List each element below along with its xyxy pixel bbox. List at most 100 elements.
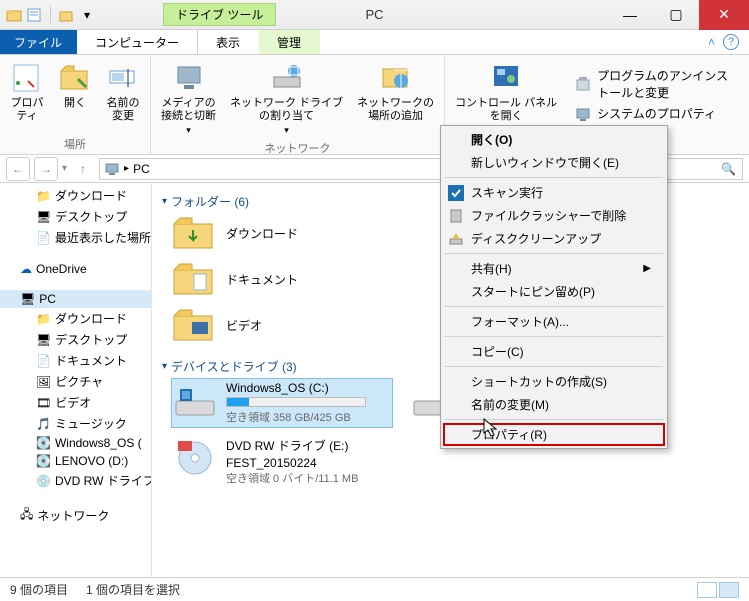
ribbon-add-netloc-button[interactable]: ネットワークの 場所の追加 [353, 59, 438, 138]
close-button[interactable]: ✕ [699, 0, 749, 30]
group-label-place: 場所 [6, 134, 144, 152]
ribbon-open-button[interactable]: 開く [54, 59, 96, 134]
qat-properties-icon[interactable] [26, 7, 42, 23]
cursor-icon [483, 418, 499, 438]
ribbon-map-drive-button[interactable]: ネットワーク ドライブ の割り当て ▾ [226, 59, 347, 138]
open-folder-icon [58, 61, 92, 95]
forward-button[interactable]: → [34, 157, 58, 181]
up-button[interactable]: ↑ [71, 157, 95, 181]
tree-pc-downloads[interactable]: 📁ダウンロード [0, 308, 151, 329]
qat-new-folder-icon[interactable] [59, 7, 75, 23]
pictures-icon: 🖼 [36, 375, 51, 389]
submenu-arrow-icon: ▶ [643, 263, 651, 274]
control-panel-icon [489, 61, 523, 95]
ribbon-group-place: プロパティ 開く 名前の 変更 場所 [0, 55, 151, 154]
tab-computer[interactable]: コンピューター [77, 30, 198, 54]
ribbon-tabs: ファイル コンピューター 表示 管理 ˄ ? [0, 30, 749, 55]
view-icons-button[interactable] [719, 582, 739, 598]
ribbon-properties-button[interactable]: プロパティ [6, 59, 48, 134]
status-selected: 1 個の項目を選択 [86, 581, 180, 598]
group-label-network: ネットワーク [157, 138, 438, 156]
drive-e-title: DVD RW ドライブ (E:) [226, 437, 358, 454]
title-help: ˄ ? [708, 30, 749, 54]
uninstall-icon [575, 76, 591, 92]
videos-icon: 🎞 [36, 396, 51, 410]
tree-pc-desktop[interactable]: 🖥デスクトップ [0, 329, 151, 350]
context-menu: 開く(O) 新しいウィンドウで開く(E) スキャン実行 ファイルクラッシャーで削… [440, 125, 668, 449]
navigation-tree: 📁ダウンロード 🖥デスクトップ 📄最近表示した場所 ☁OneDrive 🖥PC … [0, 183, 152, 577]
sysprop-icon [575, 106, 591, 122]
folder-icon: 📁 [36, 189, 51, 203]
drive-c-meta: 空き領域 358 GB/425 GB [226, 409, 366, 425]
onedrive-icon: ☁ [20, 262, 32, 276]
ribbon-collapse-icon[interactable]: ˄ [708, 35, 715, 49]
tree-downloads[interactable]: 📁ダウンロード [0, 185, 151, 206]
menu-diskcleanup[interactable]: ディスククリーンアップ [443, 227, 665, 250]
drive-c-bar [226, 397, 366, 407]
separator [50, 6, 51, 24]
desktop-icon: 🖥 [36, 333, 51, 347]
qat-dropdown-icon[interactable]: ▾ [79, 7, 95, 23]
tree-pc-music[interactable]: 🎵ミュージック [0, 413, 151, 434]
dvd-icon [174, 437, 216, 479]
minimize-button[interactable]: — [607, 0, 653, 30]
view-details-button[interactable] [697, 582, 717, 598]
tab-manage[interactable]: 管理 [259, 30, 320, 54]
ribbon-rename-button[interactable]: 名前の 変更 [102, 59, 144, 134]
menu-open[interactable]: 開く(O) [443, 128, 665, 151]
tree-pc-pictures[interactable]: 🖼ピクチャ [0, 371, 151, 392]
ribbon-system-properties-button[interactable]: システムのプロパティ [575, 103, 735, 124]
filecrash-icon [447, 207, 465, 225]
drive-icon: 💽 [36, 436, 51, 450]
help-icon[interactable]: ? [723, 34, 739, 50]
status-bar: 9 個の項目 1 個の項目を選択 [0, 577, 749, 601]
tab-view[interactable]: 表示 [198, 30, 259, 54]
ribbon-uninstall-button[interactable]: プログラムのアンインストールと変更 [575, 65, 735, 103]
tree-pc-ddrive[interactable]: 💽LENOVO (D:) [0, 452, 151, 470]
menu-scan[interactable]: スキャン実行 [443, 181, 665, 204]
tree-pc-cdrive[interactable]: 💽Windows8_OS ( [0, 434, 151, 452]
tab-file[interactable]: ファイル [0, 30, 77, 54]
menu-copy[interactable]: コピー(C) [443, 340, 665, 363]
back-button[interactable]: ← [6, 157, 30, 181]
menu-shortcut[interactable]: ショートカットの作成(S) [443, 370, 665, 393]
maximize-button[interactable]: ▢ [653, 0, 699, 30]
folder-icon [172, 306, 214, 344]
search-icon: 🔍 [721, 162, 736, 176]
desktop-icon: 🖥 [36, 210, 51, 224]
contextual-tab-label: ドライブ ツール [163, 3, 276, 26]
explorer-icon [6, 7, 22, 23]
history-dropdown-icon[interactable]: ▾ [62, 163, 67, 174]
menu-pin-start[interactable]: スタートにピン留め(P) [443, 280, 665, 303]
tree-onedrive[interactable]: ☁OneDrive [0, 260, 151, 278]
menu-open-new-window[interactable]: 新しいウィンドウで開く(E) [443, 151, 665, 174]
add-netloc-icon [379, 61, 413, 95]
menu-share[interactable]: 共有(H)▶ [443, 257, 665, 280]
view-switcher [697, 582, 739, 598]
quick-access-toolbar: ▾ [0, 6, 95, 24]
drive-c[interactable]: Windows8_OS (C:) 空き領域 358 GB/425 GB [172, 379, 392, 427]
ribbon-media-button[interactable]: メディアの 接続と切断 ▾ [157, 59, 220, 138]
properties-icon [10, 61, 44, 95]
title-bar: ▾ ドライブ ツール PC — ▢ ✕ [0, 0, 749, 30]
drive-e-sub: FEST_20150224 [226, 456, 358, 470]
tree-recent[interactable]: 📄最近表示した場所 [0, 227, 151, 248]
dvd-icon: 💿 [36, 474, 51, 488]
tree-network[interactable]: 🖧ネットワーク [0, 503, 151, 528]
tree-pc-dvd[interactable]: 💿DVD RW ドライフ [0, 470, 151, 491]
drive-icon [174, 381, 216, 423]
documents-icon: 📄 [36, 354, 51, 368]
menu-format[interactable]: フォーマット(A)... [443, 310, 665, 333]
recent-icon: 📄 [36, 231, 51, 245]
tree-pc-videos[interactable]: 🎞ビデオ [0, 392, 151, 413]
window-title: PC [365, 7, 383, 22]
menu-properties[interactable]: プロパティ(R) [443, 423, 665, 446]
menu-rename[interactable]: 名前の変更(M) [443, 393, 665, 416]
tree-pc[interactable]: 🖥PC [0, 290, 151, 308]
tree-desktop[interactable]: 🖥デスクトップ [0, 206, 151, 227]
scan-icon [447, 184, 465, 202]
tree-pc-documents[interactable]: 📄ドキュメント [0, 350, 151, 371]
drive-e-meta: 空き領域 0 バイト/11.1 MB [226, 470, 358, 486]
menu-filecrash[interactable]: ファイルクラッシャーで削除 [443, 204, 665, 227]
drive-e[interactable]: DVD RW ドライブ (E:) FEST_20150224 空き領域 0 バイ… [172, 435, 432, 488]
